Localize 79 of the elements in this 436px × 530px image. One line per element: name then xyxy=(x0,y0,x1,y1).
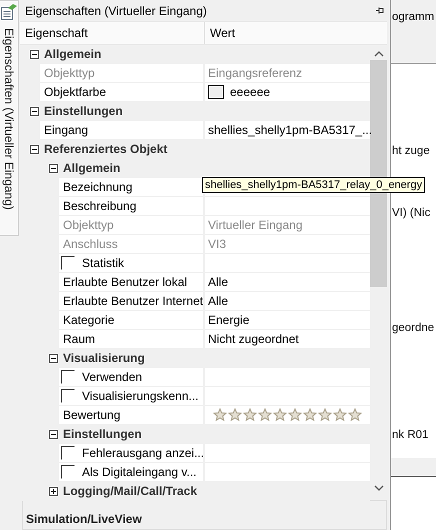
star-icon[interactable] xyxy=(348,408,362,422)
category-label: Einstellungen xyxy=(63,427,142,441)
property-name: Objekttyp xyxy=(63,218,114,232)
value-cell[interactable]: Alle xyxy=(205,273,370,291)
star-icon[interactable] xyxy=(273,408,287,422)
property-value: Nicht zugeordnet xyxy=(208,332,299,346)
collapse-icon[interactable] xyxy=(49,164,58,172)
value-cell[interactable] xyxy=(205,254,370,272)
value-cell[interactable]: shellies_shelly1pm-BA5317_... xyxy=(205,121,370,139)
value-cell[interactable]: Alle xyxy=(205,292,370,310)
property-name: Anschluss xyxy=(63,237,118,251)
property-name: Eingang xyxy=(44,123,88,137)
star-icon[interactable] xyxy=(303,408,317,422)
star-icon[interactable] xyxy=(318,408,332,422)
property-name: Erlaubte Benutzer lokal xyxy=(63,275,188,289)
background-text: VI) (Nic xyxy=(392,207,430,219)
document-icon xyxy=(0,3,18,21)
collapse-icon[interactable] xyxy=(49,430,58,438)
property-value: shellies_shelly1pm-BA5317_... xyxy=(208,123,372,137)
collapse-icon[interactable] xyxy=(30,106,39,116)
property-value: Virtueller Eingang xyxy=(208,218,303,232)
background-text: nk R01 xyxy=(392,429,428,441)
value-cell[interactable] xyxy=(205,406,370,424)
property-name: Beschreibung xyxy=(63,199,136,213)
property-name: Bewertung xyxy=(63,408,120,422)
pin-icon[interactable] xyxy=(375,6,384,15)
property-value: Energie xyxy=(208,313,250,327)
value-cell[interactable]: Nicht zugeordnet xyxy=(205,330,370,348)
property-value: Alle xyxy=(208,294,228,308)
property-name: Verwenden xyxy=(82,370,142,384)
star-icon[interactable] xyxy=(258,408,272,422)
checkbox[interactable] xyxy=(61,446,75,460)
background-text: ht zuge xyxy=(392,145,430,157)
tab-label[interactable]: ogramm xyxy=(392,10,434,22)
property-name: Raum xyxy=(63,332,96,346)
property-name: Kategorie xyxy=(63,313,114,327)
category-label: Referenziertes Objekt xyxy=(44,142,168,156)
scroll-up-icon[interactable] xyxy=(374,51,384,58)
column-header[interactable]: Wert xyxy=(205,22,236,44)
scroll-down-icon[interactable] xyxy=(374,485,384,492)
panel-title: Eigenschaften (Virtueller Eingang) xyxy=(25,4,207,18)
value-cell[interactable] xyxy=(205,197,370,215)
property-name: Fehlerausgang anzei... xyxy=(82,446,204,460)
category-label: Einstellungen xyxy=(44,104,123,118)
property-name: Bezeichnung xyxy=(63,180,132,194)
checkbox[interactable] xyxy=(61,370,75,384)
star-icon[interactable] xyxy=(228,408,242,422)
collapse-icon[interactable] xyxy=(30,50,39,58)
property-name: Objekttyp xyxy=(44,66,95,80)
collapse-icon[interactable] xyxy=(30,144,39,154)
checkbox[interactable] xyxy=(61,465,75,479)
background-text: geordne xyxy=(392,322,434,334)
property-name: Visualisierungskenn... xyxy=(82,389,199,403)
value-cell[interactable]: eeeeee xyxy=(205,83,370,101)
property-name: Als Digitaleingang v... xyxy=(82,465,197,479)
star-icon[interactable] xyxy=(288,408,302,422)
star-icon[interactable] xyxy=(243,408,257,422)
property-value: Alle xyxy=(208,275,228,289)
property-name: Objektfarbe xyxy=(44,85,106,99)
star-icon[interactable] xyxy=(213,408,227,422)
column-header[interactable]: Eigenschaft xyxy=(20,22,205,44)
value-cell[interactable]: Energie xyxy=(205,311,370,329)
side-tab[interactable]: Eigenschaften (Virtueller Eingang) xyxy=(0,0,19,236)
checkbox[interactable] xyxy=(61,256,75,270)
expand-icon[interactable] xyxy=(49,486,58,496)
category-label: Logging/Mail/Call/Track xyxy=(63,484,198,498)
property-name: Erlaubte Benutzer Internet xyxy=(63,294,204,308)
panel-title: Simulation/LiveView xyxy=(26,512,142,526)
category-label: Visualisierung xyxy=(63,351,145,365)
checkbox[interactable] xyxy=(61,389,75,403)
star-icon[interactable] xyxy=(333,408,347,422)
property-name: Statistik xyxy=(82,256,124,270)
category-label: Allgemein xyxy=(44,47,102,61)
category-label: Allgemein xyxy=(63,161,120,175)
tooltip: shellies_shelly1pm-BA5317_relay_0_energy xyxy=(202,177,426,193)
property-value: VI3 xyxy=(208,237,226,251)
collapse-icon[interactable] xyxy=(49,354,58,362)
property-value: Eingangsreferenz xyxy=(208,66,302,80)
property-value: eeeeee xyxy=(230,85,270,99)
